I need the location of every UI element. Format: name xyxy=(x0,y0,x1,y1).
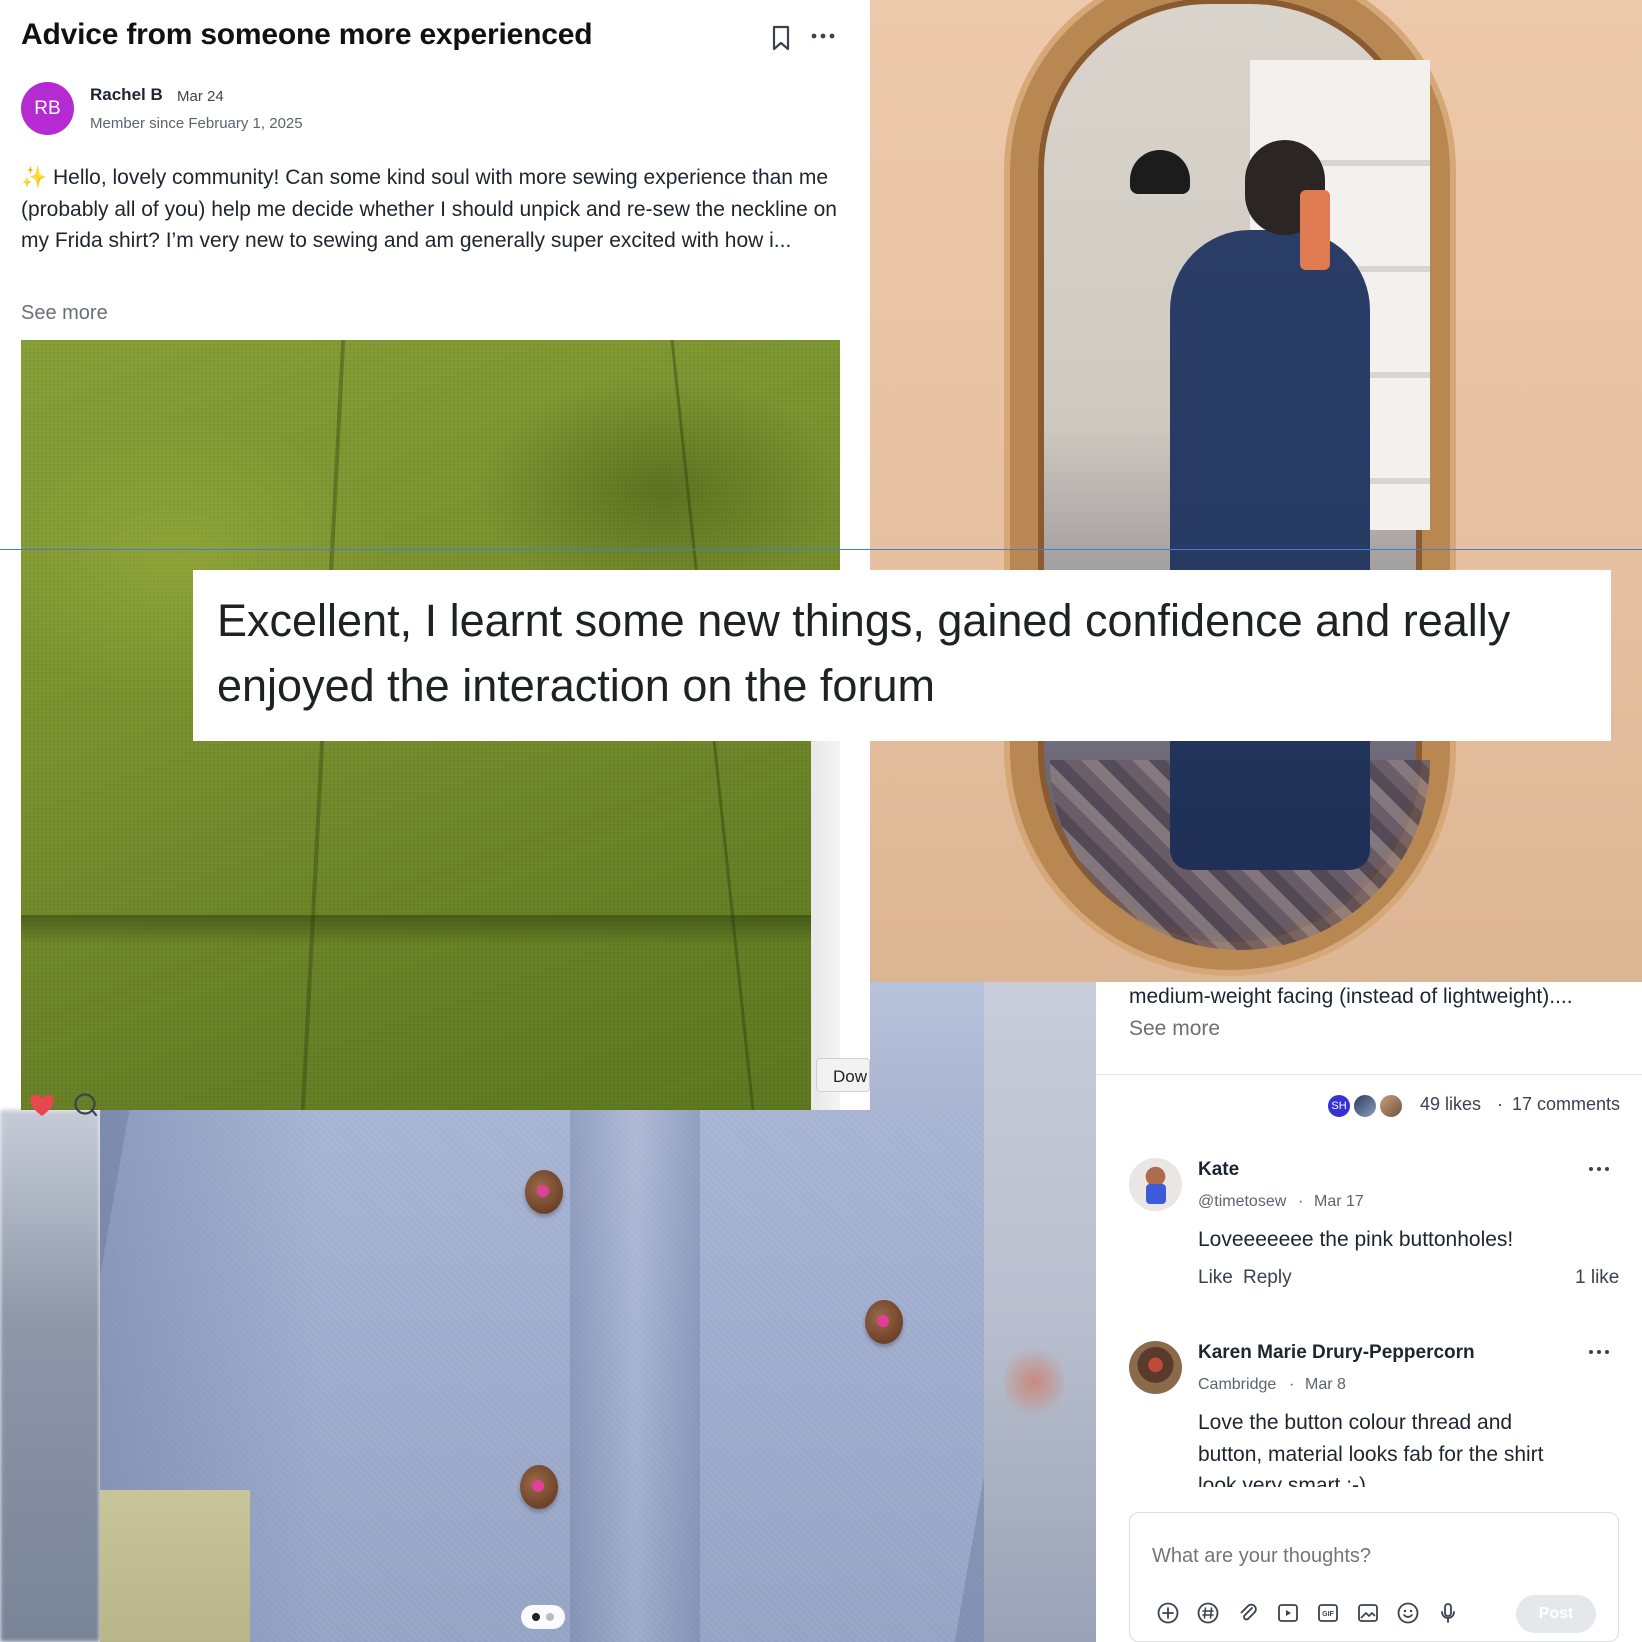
commenter-name[interactable]: Karen Marie Drury-Peppercorn xyxy=(1198,1342,1475,1364)
comment-text-clip: Love the button colour thread and button… xyxy=(1198,1407,1558,1487)
shirt-button xyxy=(525,1170,563,1214)
hashtag-icon[interactable] xyxy=(1196,1601,1220,1625)
liker-avatar: SH xyxy=(1326,1093,1352,1119)
background-wall xyxy=(100,1490,250,1642)
video-icon[interactable] xyxy=(1276,1601,1300,1625)
comment-icon[interactable] xyxy=(72,1092,100,1118)
gif-icon[interactable]: GIF xyxy=(1316,1601,1340,1625)
pager-dot[interactable] xyxy=(546,1613,554,1621)
phone xyxy=(1300,190,1330,270)
commenter-avatar[interactable] xyxy=(1129,1158,1182,1211)
author-name[interactable]: Rachel B xyxy=(90,85,163,105)
likes-count[interactable]: 49 likes xyxy=(1420,1094,1481,1115)
see-more-link[interactable]: See more xyxy=(1129,1017,1220,1041)
blurred-edge-left xyxy=(0,1110,100,1642)
hem-fold xyxy=(21,915,840,945)
liker-avatar xyxy=(1378,1093,1404,1119)
mirror-selfie-photo xyxy=(870,0,1642,982)
comment-text: Loveeeeeee the pink buttonholes! xyxy=(1198,1228,1514,1251)
post-date: Mar 24 xyxy=(177,88,224,105)
comments-count[interactable]: 17 comments xyxy=(1512,1094,1620,1115)
comment-composer[interactable]: GIF Post xyxy=(1129,1512,1619,1642)
comment-like-count[interactable]: 1 like xyxy=(1575,1267,1619,1289)
background-edge xyxy=(811,740,840,1110)
bookmark-icon[interactable] xyxy=(770,24,792,52)
post-body: ✨ Hello, lovely community! Can some kind… xyxy=(21,166,837,252)
author-avatar[interactable]: RB xyxy=(21,82,74,135)
post-button[interactable]: Post xyxy=(1516,1595,1596,1633)
quote-text: Excellent, I learnt some new things, gai… xyxy=(217,595,1511,711)
emoji-icon[interactable] xyxy=(1396,1601,1420,1625)
blurred-edge-right xyxy=(984,982,1096,1642)
comment-date: Mar 8 xyxy=(1305,1376,1346,1393)
pager-dot-active[interactable] xyxy=(532,1613,540,1621)
comment-text: Love the button colour thread and button… xyxy=(1198,1411,1544,1487)
reply-button[interactable]: Reply xyxy=(1243,1267,1292,1289)
blue-shirt-photo xyxy=(100,1110,984,1642)
post-title: Advice from someone more experienced xyxy=(21,18,593,51)
meta-separator: · xyxy=(1298,1193,1304,1210)
divider xyxy=(1096,1074,1642,1075)
shirt-button xyxy=(865,1300,903,1344)
svg-text:GIF: GIF xyxy=(1322,1611,1334,1618)
image-pager[interactable] xyxy=(521,1605,565,1629)
comment-input[interactable] xyxy=(1152,1545,1572,1568)
like-button[interactable]: Like xyxy=(1198,1267,1233,1289)
fabric-strip xyxy=(870,982,984,1110)
more-icon[interactable] xyxy=(810,26,836,46)
meta-separator: · xyxy=(1289,1376,1295,1393)
testimonial-quote: Excellent, I learnt some new things, gai… xyxy=(193,570,1611,741)
stats-separator: · xyxy=(1497,1094,1503,1114)
commenter-avatar[interactable] xyxy=(1129,1341,1182,1394)
shirt-placket xyxy=(570,1110,700,1642)
microphone-icon[interactable] xyxy=(1436,1601,1460,1625)
member-since: Member since February 1, 2025 xyxy=(90,115,303,132)
more-icon[interactable] xyxy=(1588,1347,1610,1357)
commenter-name[interactable]: Kate xyxy=(1198,1159,1239,1181)
plus-icon[interactable] xyxy=(1156,1601,1180,1625)
liker-avatars[interactable]: SH xyxy=(1326,1093,1406,1119)
download-button[interactable]: Dow xyxy=(816,1058,870,1092)
commenter-location[interactable]: Cambridge xyxy=(1198,1376,1276,1394)
person-in-jacket xyxy=(1170,230,1370,870)
image-icon[interactable] xyxy=(1356,1601,1380,1625)
comment-date: Mar 17 xyxy=(1314,1193,1364,1210)
see-more-link[interactable]: See more xyxy=(21,302,108,325)
post-body-truncated: medium-weight facing (instead of lightwe… xyxy=(1129,985,1573,1008)
attachment-icon[interactable] xyxy=(1236,1601,1260,1625)
guide-line xyxy=(0,549,1642,550)
liker-avatar xyxy=(1352,1093,1378,1119)
post-card: Advice from someone more experienced RB … xyxy=(0,0,870,340)
heart-icon[interactable] xyxy=(28,1092,56,1118)
shirt-button xyxy=(520,1465,558,1509)
commenter-handle[interactable]: @timetosew xyxy=(1198,1193,1286,1211)
more-icon[interactable] xyxy=(1588,1164,1610,1174)
